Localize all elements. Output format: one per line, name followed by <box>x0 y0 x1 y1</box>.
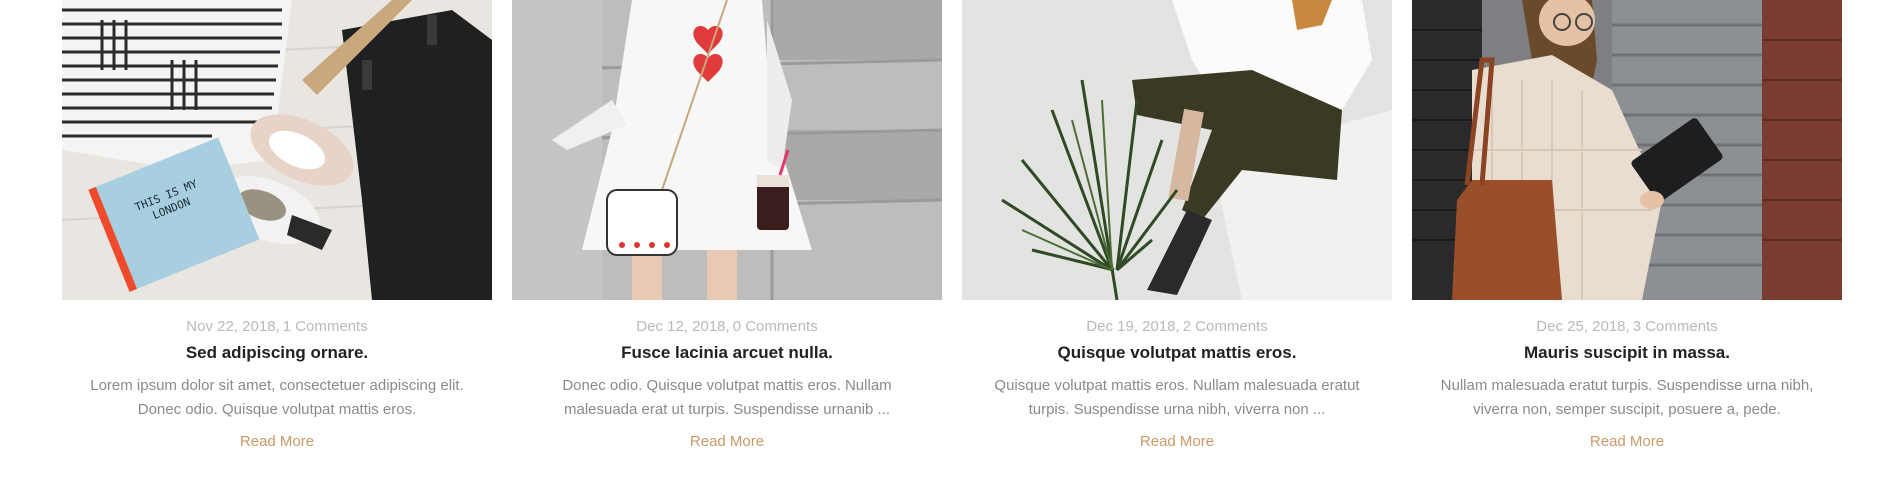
post-title[interactable]: Sed adipiscing ornare. <box>62 342 492 364</box>
post-image[interactable] <box>512 0 942 300</box>
post-excerpt: Quisque volutpat mattis eros. Nullam mal… <box>994 377 1360 418</box>
post-meta: Dec 19, 2018, 2 Comments <box>962 318 1392 336</box>
post-image[interactable]: THIS IS MY LONDON <box>62 0 492 300</box>
read-more-link[interactable]: Read More <box>1590 432 1664 452</box>
blog-card: Dec 19, 2018, 2 Comments Quisque volutpat… <box>962 0 1392 452</box>
post-image[interactable] <box>1412 0 1842 300</box>
post-comments-link[interactable]: 2 Comments <box>1183 318 1268 335</box>
post-excerpt: Nullam malesuada eratut turpis. Suspendi… <box>1440 377 1814 418</box>
post-title[interactable]: Mauris suscipit in massa. <box>1412 342 1842 364</box>
post-comments-link[interactable]: 0 Comments <box>733 318 818 335</box>
post-title[interactable]: Fusce lacinia arcuet nulla. <box>512 342 942 364</box>
post-date: Dec 12, 2018, <box>636 318 730 335</box>
read-more-link[interactable]: Read More <box>240 432 314 452</box>
post-excerpt: Donec odio. Quisque volutpat mattis eros… <box>562 377 892 418</box>
blog-card: Dec 25, 2018, 3 Comments Mauris suscipit … <box>1412 0 1842 452</box>
read-more-link[interactable]: Read More <box>1140 432 1214 452</box>
post-excerpt: Lorem ipsum dolor sit amet, consectetuer… <box>90 377 464 418</box>
post-meta: Nov 22, 2018, 1 Comments <box>62 318 492 336</box>
blog-card: THIS IS MY LONDON Nov 22, 2018, 1 Comment… <box>62 0 492 452</box>
post-meta: Dec 25, 2018, 3 Comments <box>1412 318 1842 336</box>
post-image[interactable] <box>962 0 1392 300</box>
post-comments-link[interactable]: 1 Comments <box>283 318 368 335</box>
post-date: Dec 19, 2018, <box>1086 318 1180 335</box>
post-date: Dec 25, 2018, <box>1536 318 1630 335</box>
post-comments-link[interactable]: 3 Comments <box>1633 318 1718 335</box>
post-meta: Dec 12, 2018, 0 Comments <box>512 318 942 336</box>
blog-posts-grid: THIS IS MY LONDON Nov 22, 2018, 1 Comment… <box>62 0 1842 452</box>
post-date: Nov 22, 2018, <box>186 318 280 335</box>
blog-card: Dec 12, 2018, 0 Comments Fusce lacinia ar… <box>512 0 942 452</box>
read-more-link[interactable]: Read More <box>690 432 764 452</box>
post-title[interactable]: Quisque volutpat mattis eros. <box>962 342 1392 364</box>
